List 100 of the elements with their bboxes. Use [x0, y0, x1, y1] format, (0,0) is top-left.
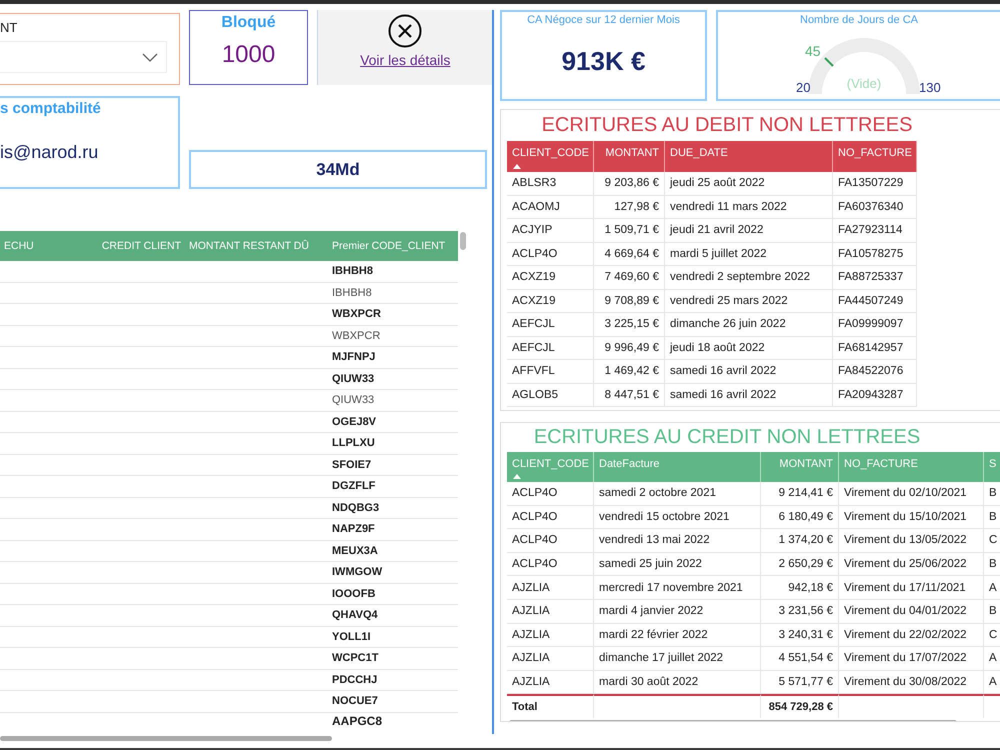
- table-cell: Virement du 17/07/2022: [839, 647, 984, 671]
- table-cell: 9 708,89 €: [594, 290, 665, 313]
- table-cell-text: DGZFLF: [331, 480, 376, 492]
- column-header[interactable]: DateFacture: [594, 452, 761, 482]
- table-cell: Virement du 13/05/2022: [839, 529, 984, 553]
- table-cell: AJZLIA: [507, 670, 594, 694]
- panel-title: ECRITURES AU CREDIT NON LETTREES: [534, 426, 920, 449]
- table-cell: 4 669,64 €: [594, 242, 665, 266]
- table-cell: Virement du 30/08/2022: [839, 670, 984, 694]
- table-cell-text: IWMGOW: [331, 566, 384, 578]
- table-cell: mardi 30 août 2022: [594, 670, 761, 694]
- table-cell: vendredi 2 septembre 2022: [665, 266, 833, 290]
- table-cell: 2 650,29 €: [761, 552, 839, 576]
- email-text: is@narod.ru: [0, 142, 100, 163]
- table-cell: samedi 25 juin 2022: [594, 552, 761, 576]
- table-cell: ACXZ19: [507, 290, 594, 313]
- table-cell: samedi 16 avril 2022: [665, 360, 833, 384]
- table-cell: vendredi 25 mars 2022: [665, 290, 833, 313]
- table-cell-text: QHAVQ4: [331, 609, 379, 622]
- kpi-title: CA Négoce sur 12 dernier Mois: [527, 14, 680, 26]
- column-header[interactable]: Premier CODE_CLIENT: [328, 239, 458, 253]
- table-cell-text: IBHBH8: [331, 286, 373, 299]
- scrollbar-thumb[interactable]: [0, 736, 332, 740]
- table-cell: FA10578275: [833, 242, 917, 266]
- table-cell: mercredi 17 novembre 2021: [594, 576, 761, 600]
- table-cell: 127,98 €: [594, 196, 665, 219]
- table-cell: mardi 5 juillet 2022: [665, 242, 833, 266]
- kpi-value: 34Md: [316, 160, 360, 180]
- table-cell-text: MEUX3A: [331, 544, 379, 557]
- table-cell: jeudi 25 août 2022: [665, 172, 833, 196]
- column-header[interactable]: ECHU: [0, 239, 85, 253]
- table-cell: dimanche 17 juillet 2022: [594, 647, 761, 671]
- table-cell: FA09999097: [833, 313, 917, 336]
- column-header[interactable]: CLIENT_CODE: [507, 141, 594, 172]
- sort-arrow-icon: [513, 474, 521, 479]
- panel-title: ECRITURES AU DEBIT NON LETTREES: [542, 114, 912, 137]
- details-link[interactable]: Voir les détails: [360, 52, 450, 68]
- table-cell: FA60376340: [833, 196, 917, 219]
- table-cell: C: [984, 624, 1000, 648]
- table-cell: AJZLIA: [507, 624, 594, 648]
- dropdown-field[interactable]: [0, 41, 167, 73]
- chevron-down-icon: [142, 52, 158, 62]
- table-cell: AGLOB5: [507, 384, 594, 407]
- gauge-max: 130: [919, 80, 941, 95]
- table-cell: 9 214,41 €: [761, 482, 839, 506]
- table-cell: FA84522076: [833, 360, 917, 384]
- column-header[interactable]: DUE_DATE: [665, 141, 833, 172]
- table-cell: samedi 2 octobre 2021: [594, 482, 761, 506]
- gauge-title: Nombre de Jours de CA: [800, 14, 919, 26]
- column-header[interactable]: NO_FACTURE: [833, 141, 917, 172]
- table-cell: Virement du 25/06/2022: [839, 552, 984, 576]
- table-cell-text: QIUW33: [331, 394, 376, 406]
- table-cell: Virement du 02/10/2021: [839, 482, 984, 506]
- table-cell: 7 469,60 €: [594, 266, 665, 290]
- table-cell: AEFCJL: [507, 336, 594, 360]
- table-cell: jeudi 18 août 2022: [665, 336, 833, 360]
- table-cell-text: YOLL1I: [331, 630, 372, 643]
- table-cell: 942,18 €: [761, 576, 839, 600]
- column-header[interactable]: CREDIT CLIENT: [85, 239, 185, 253]
- table-cell-text: LLPLXU: [331, 437, 376, 450]
- kpi-title: Bloqué: [221, 14, 276, 32]
- filter-label: NT: [0, 20, 18, 35]
- table-cell: Virement du 17/11/2021: [839, 576, 984, 600]
- column-header[interactable]: MONTANT: [761, 452, 839, 482]
- table-cell: 4 551,54 €: [761, 647, 839, 671]
- table-cell: 3 231,56 €: [761, 600, 839, 624]
- column-header[interactable]: NO_FACTURE: [839, 452, 984, 482]
- table-cell-text: WBXPCR: [331, 308, 382, 320]
- column-header[interactable]: MONTANT RESTANT DÛ: [185, 239, 328, 253]
- table-cell: ACJYIP: [507, 219, 594, 242]
- close-icon[interactable]: [388, 14, 422, 48]
- table-cell: AFFVFL: [507, 360, 594, 384]
- gauge-target-marker: [824, 57, 834, 67]
- table-cell: ACLP4O: [507, 506, 594, 530]
- table-cell-text: MJFNPJ: [331, 351, 376, 364]
- kpi-value: 1000: [222, 41, 276, 69]
- table-cell: A: [984, 647, 1000, 671]
- table-cell-text: WBXPCR: [331, 330, 382, 342]
- table-cell-text: NAPZ9F: [331, 523, 376, 536]
- table-cell: 1 374,20 €: [761, 529, 839, 553]
- table-cell: AEFCJL: [507, 313, 594, 336]
- table-cell: 3 225,15 €: [594, 313, 665, 336]
- scrollbar-thumb[interactable]: [460, 232, 466, 250]
- gauge-value: (Vide): [846, 76, 882, 91]
- table-cell: AJZLIA: [507, 647, 594, 671]
- table-cell: FA44507249: [833, 290, 917, 313]
- table-cell: 9 203,86 €: [594, 172, 665, 196]
- column-header[interactable]: CLIENT_CODE: [507, 452, 594, 482]
- table-cell: C: [984, 529, 1000, 553]
- column-header[interactable]: MONTANT: [594, 141, 665, 172]
- table-cell-text: PDCCHJ: [331, 674, 378, 686]
- table-cell: FA88725337: [833, 266, 917, 290]
- table-cell: FA27923114: [833, 219, 917, 242]
- table-cell: ACLP4O: [507, 552, 594, 576]
- table-cell: dimanche 26 juin 2022: [665, 313, 833, 336]
- table-cell: vendredi 13 mai 2022: [594, 529, 761, 553]
- column-header[interactable]: S: [984, 452, 1000, 482]
- table-cell: ACXZ19: [507, 266, 594, 290]
- table-cell-text: WCPC1T: [331, 652, 380, 664]
- table-cell: FA13507229: [833, 172, 917, 196]
